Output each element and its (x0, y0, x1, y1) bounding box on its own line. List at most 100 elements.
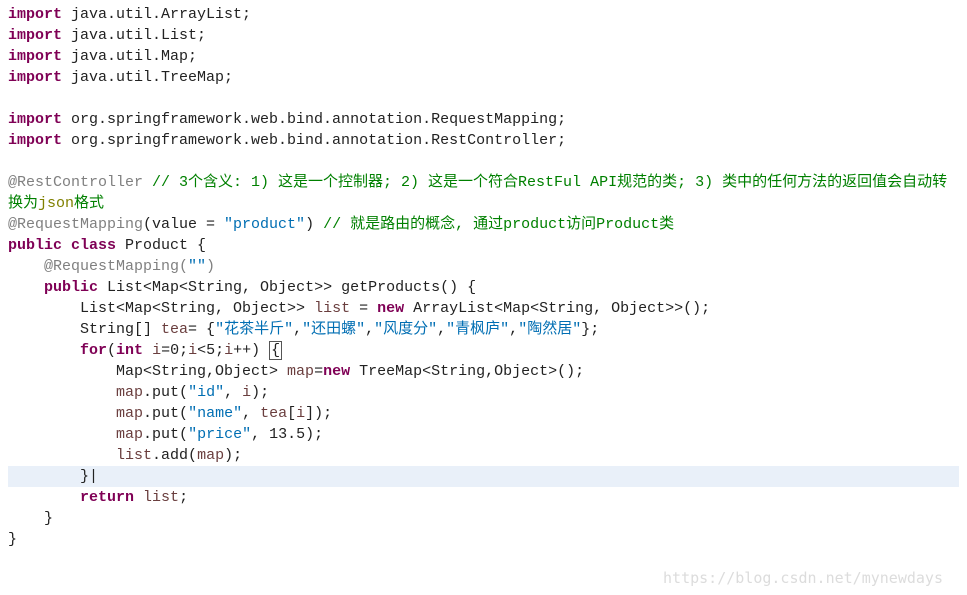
blank-line (8, 151, 959, 172)
text: (value = (143, 216, 224, 233)
indent (8, 405, 116, 422)
keyword-public: public (8, 237, 62, 254)
import-path: org.springframework.web.bind.annotation.… (62, 132, 566, 149)
text (143, 342, 152, 359)
code-line: String[] tea= {"花茶半斤","还田螺","风度分","青枫庐",… (8, 319, 959, 340)
string-literal: "name" (188, 405, 242, 422)
code-line: import java.util.Map; (8, 46, 959, 67)
keyword-for: for (80, 342, 107, 359)
indent (8, 426, 116, 443)
watermark-text: https://blog.csdn.net/mynewdays (663, 568, 943, 589)
text: , (224, 384, 242, 401)
text: ); (251, 384, 269, 401)
text: List<Map<String, Object>> (8, 300, 314, 317)
code-line: return list; (8, 487, 959, 508)
text: .put( (143, 384, 188, 401)
code-line-highlighted: }| (8, 466, 959, 487)
keyword-import: import (8, 69, 62, 86)
indent (8, 489, 80, 506)
import-path: java.util.ArrayList; (62, 6, 251, 23)
text: [ (287, 405, 296, 422)
text: Map<String,Object> (8, 363, 287, 380)
text: , (242, 405, 260, 422)
code-line: import java.util.TreeMap; (8, 67, 959, 88)
text: String[] (8, 321, 161, 338)
text: , 13.5); (251, 426, 323, 443)
text: .put( (143, 405, 188, 422)
variable: map (116, 405, 143, 422)
text: }; (581, 321, 599, 338)
code-line: @RequestMapping("") (8, 256, 959, 277)
variable: map (116, 384, 143, 401)
string-literal: "" (188, 258, 206, 275)
text: .put( (143, 426, 188, 443)
text: ++) (233, 342, 269, 359)
variable: tea (260, 405, 287, 422)
keyword-import: import (8, 111, 62, 128)
import-path: java.util.Map; (62, 48, 197, 65)
string-literal: "陶然居" (518, 321, 581, 338)
text (134, 489, 143, 506)
keyword-class: class (71, 237, 116, 254)
brace-close: } (8, 468, 89, 485)
keyword-int: int (116, 342, 143, 359)
text: = (314, 363, 323, 380)
comment: 格式 (74, 195, 104, 212)
code-block: import java.util.ArrayList; import java.… (8, 4, 959, 550)
cursor: | (89, 468, 98, 485)
variable: i (296, 405, 305, 422)
code-line: import org.springframework.web.bind.anno… (8, 109, 959, 130)
keyword-return: return (80, 489, 134, 506)
comment: // 就是路由的概念, 通过product访问Product类 (323, 216, 674, 233)
code-line: import java.util.ArrayList; (8, 4, 959, 25)
text: ArrayList<Map<String, Object>>(); (404, 300, 710, 317)
text: .add( (152, 447, 197, 464)
text: <5; (197, 342, 224, 359)
variable: i (224, 342, 233, 359)
code-line: map.put("name", tea[i]); (8, 403, 959, 424)
text: , (365, 321, 374, 338)
keyword-new: new (377, 300, 404, 317)
code-line: public List<Map<String, Object>> getProd… (8, 277, 959, 298)
brace-highlight: { (269, 341, 282, 360)
comment-json: json (38, 195, 74, 212)
code-line: map.put("id", i); (8, 382, 959, 403)
text: ( (107, 342, 116, 359)
string-literal: "风度分" (374, 321, 437, 338)
keyword-public: public (44, 279, 98, 296)
code-line: } (8, 529, 959, 550)
text: = (350, 300, 377, 317)
text (62, 237, 71, 254)
annotation-requestmapping: @RequestMapping( (8, 258, 188, 275)
string-literal: "还田螺" (302, 321, 365, 338)
variable: i (188, 342, 197, 359)
variable: map (197, 447, 224, 464)
code-line: @RestController // 3个含义: 1) 这是一个控制器; 2) … (8, 172, 959, 214)
keyword-import: import (8, 27, 62, 44)
code-line: List<Map<String, Object>> list = new Arr… (8, 298, 959, 319)
variable: list (143, 489, 179, 506)
class-name: Product { (116, 237, 206, 254)
code-line: import java.util.List; (8, 25, 959, 46)
string-literal: "青枫庐" (446, 321, 509, 338)
keyword-import: import (8, 132, 62, 149)
variable: i (242, 384, 251, 401)
string-literal: "product" (224, 216, 305, 233)
text: =0; (161, 342, 188, 359)
indent (8, 447, 116, 464)
keyword-new: new (323, 363, 350, 380)
variable: list (314, 300, 350, 317)
keyword-import: import (8, 6, 62, 23)
text: , (293, 321, 302, 338)
import-path: java.util.TreeMap; (62, 69, 233, 86)
string-literal: "price" (188, 426, 251, 443)
text: ) (206, 258, 215, 275)
indent (8, 342, 80, 359)
text: ]); (305, 405, 332, 422)
code-line: Map<String,Object> map=new TreeMap<Strin… (8, 361, 959, 382)
text: , (437, 321, 446, 338)
variable: i (152, 342, 161, 359)
brace-close: } (8, 510, 53, 527)
import-path: java.util.List; (62, 27, 206, 44)
code-line: map.put("price", 13.5); (8, 424, 959, 445)
